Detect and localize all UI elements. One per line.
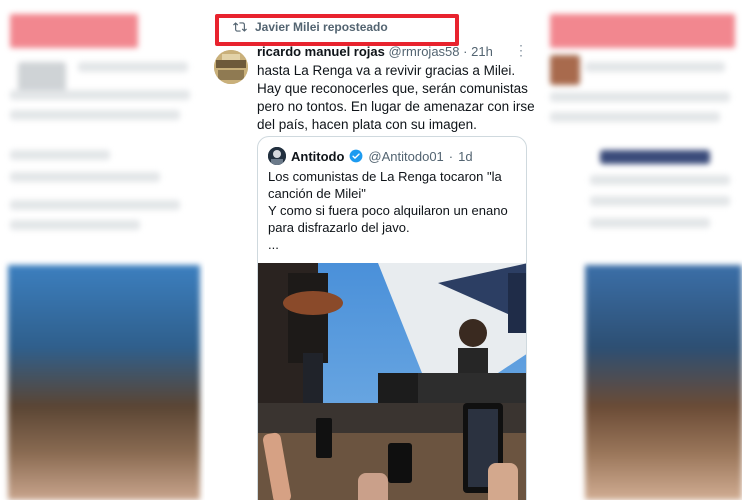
quoted-text: Los comunistas de La Renga tocaron "la c…: [268, 168, 520, 253]
author-name[interactable]: ricardo manuel rojas: [257, 44, 385, 59]
tweet-author[interactable]: ricardo manuel rojas @rmrojas58 · 21h: [257, 44, 493, 59]
quoted-author-name[interactable]: Antitodo: [291, 149, 344, 164]
repost-label: Javier Milei reposteado: [255, 20, 388, 34]
quoted-author[interactable]: Antitodo @Antitodo01 · 1d: [268, 147, 473, 165]
quoted-text-line: Y como si fuera poco alquilaron un enano: [268, 203, 508, 218]
quoted-video-thumbnail[interactable]: [258, 263, 527, 500]
quoted-tweet[interactable]: Antitodo @Antitodo01 · 1d Los comunistas…: [257, 136, 527, 500]
separator-dot: ·: [463, 44, 468, 59]
separator-dot: ·: [448, 148, 454, 164]
tweet-text: hasta La Renga va a revivir gracias a Mi…: [257, 63, 535, 132]
quoted-text-line: para disfrazarlo del javo.: [268, 220, 410, 235]
quoted-text-line: Los comunistas de La Renga tocaron "la: [268, 169, 502, 184]
blurred-background-left: [0, 0, 200, 500]
author-handle[interactable]: @rmrojas58: [389, 44, 460, 59]
retweet-icon: [233, 22, 247, 32]
avatar[interactable]: [214, 50, 248, 84]
tweet-card[interactable]: Javier Milei reposteado ricardo manuel r…: [205, 0, 541, 500]
quoted-author-handle[interactable]: @Antitodo01: [368, 149, 443, 164]
quoted-avatar[interactable]: [268, 147, 286, 165]
verified-badge-icon: [350, 149, 363, 163]
quoted-text-line: ...: [268, 237, 279, 252]
more-options-icon[interactable]: ⋮: [514, 42, 528, 59]
repost-indicator[interactable]: Javier Milei reposteado: [233, 20, 388, 34]
tweet-time[interactable]: 21h: [471, 44, 493, 59]
blurred-background-right: [545, 0, 742, 500]
quoted-time[interactable]: 1d: [458, 149, 472, 164]
quoted-text-line: canción de Milei": [268, 186, 366, 201]
